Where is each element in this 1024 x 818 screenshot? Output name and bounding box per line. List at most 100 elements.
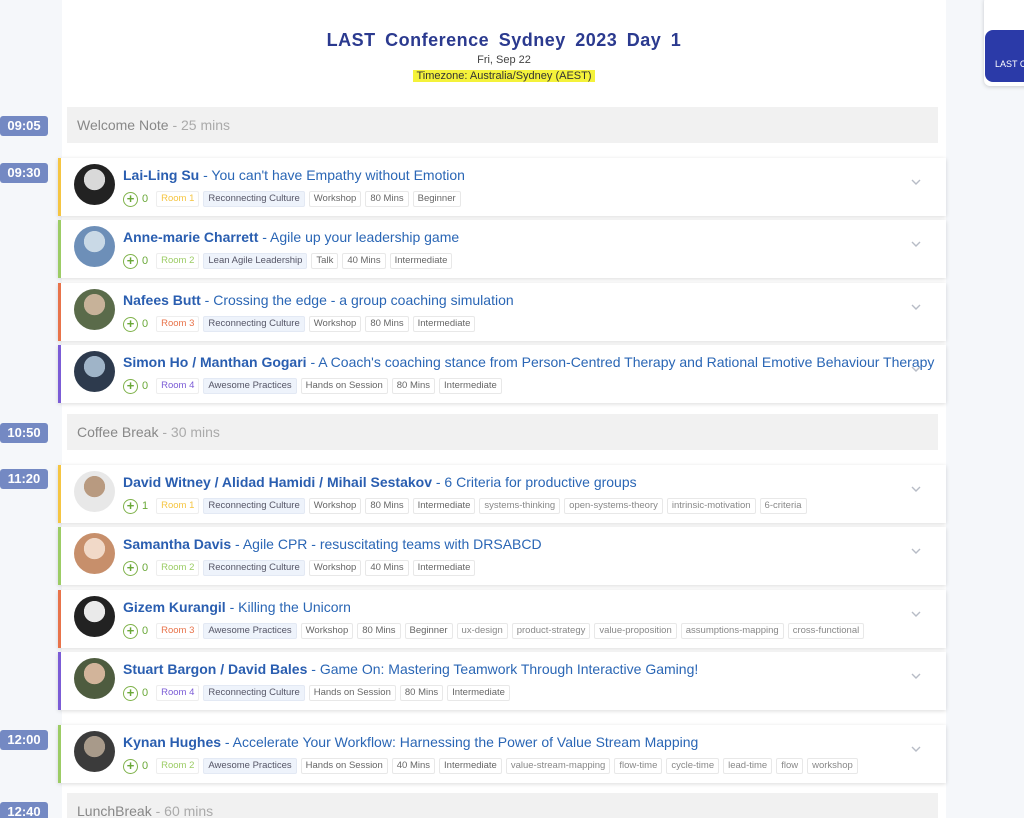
level-tag: Intermediate	[412, 560, 476, 576]
break-row: Welcome Note - 25 mins	[67, 107, 938, 143]
format-tag: Hands on Session	[300, 758, 388, 774]
add-to-schedule-icon[interactable]: +	[123, 685, 138, 701]
keyword-tag[interactable]: 6-criteria	[759, 498, 807, 514]
speaker-name[interactable]: Samantha Davis	[123, 536, 231, 552]
session-heading[interactable]: Simon Ho / Manthan Gogari - A Coach's co…	[123, 354, 934, 370]
speaker-avatar	[74, 658, 115, 699]
add-to-schedule-icon[interactable]: +	[123, 253, 138, 269]
add-to-schedule-icon[interactable]: +	[123, 498, 138, 514]
session-card[interactable]: Gizem Kurangil - Killing the Unicorn + 0…	[58, 590, 946, 648]
chevron-down-icon[interactable]	[910, 301, 922, 313]
session-card[interactable]: Samantha Davis - Agile CPR - resuscitati…	[58, 527, 946, 585]
room-tag: Room 4	[156, 685, 200, 701]
session-heading[interactable]: Stuart Bargon / David Bales - Game On: M…	[123, 661, 698, 677]
session-card[interactable]: David Witney / Alidad Hamidi / Mihail Se…	[58, 465, 946, 523]
add-to-schedule-icon[interactable]: +	[123, 623, 138, 639]
add-to-schedule-icon[interactable]: +	[123, 316, 138, 332]
session-title[interactable]: - You can't have Empathy without Emotion	[199, 167, 465, 183]
format-tag: Workshop	[308, 191, 362, 207]
session-card[interactable]: Nafees Butt - Crossing the edge - a grou…	[58, 283, 946, 341]
session-meta: + 0 Room 4 Reconnecting Culture Hands on…	[123, 685, 510, 701]
session-card[interactable]: Anne-marie Charrett - Agile up your lead…	[58, 220, 946, 278]
keyword-tag[interactable]: ux-design	[456, 623, 508, 639]
session-meta: + 0 Room 3 Awesome Practices Workshop 80…	[123, 623, 865, 639]
format-tag: Workshop	[308, 316, 362, 332]
chevron-down-icon[interactable]	[910, 608, 922, 620]
keyword-tag[interactable]: intrinsic-motivation	[666, 498, 756, 514]
speaker-name[interactable]: Gizem Kurangil	[123, 599, 226, 615]
format-tag: Hands on Session	[308, 685, 396, 701]
track-tag: Awesome Practices	[203, 758, 297, 774]
keyword-tag[interactable]: flow-time	[614, 758, 663, 774]
speaker-avatar	[74, 471, 115, 512]
add-to-schedule-icon[interactable]: +	[123, 378, 138, 394]
session-title[interactable]: - 6 Criteria for productive groups	[432, 474, 637, 490]
keyword-tag[interactable]: value-stream-mapping	[505, 758, 611, 774]
chevron-down-icon[interactable]	[910, 363, 922, 375]
session-card[interactable]: Lai-Ling Su - You can't have Empathy wit…	[58, 158, 946, 216]
speaker-name[interactable]: David Witney / Alidad Hamidi / Mihail Se…	[123, 474, 432, 490]
keyword-tag[interactable]: cross-functional	[787, 623, 865, 639]
session-heading[interactable]: David Witney / Alidad Hamidi / Mihail Se…	[123, 474, 637, 490]
session-title[interactable]: - Game On: Mastering Teamwork Through In…	[307, 661, 698, 677]
chevron-down-icon[interactable]	[910, 545, 922, 557]
speaker-name[interactable]: Anne-marie Charrett	[123, 229, 258, 245]
session-title[interactable]: - Agile up your leadership game	[258, 229, 459, 245]
session-title[interactable]: - Agile CPR - resuscitating teams with D…	[231, 536, 542, 552]
side-tab-button[interactable]: LAST C	[985, 30, 1024, 82]
level-tag: Beginner	[404, 623, 453, 639]
break-name: Coffee Break	[77, 424, 159, 440]
add-to-schedule-icon[interactable]: +	[123, 560, 138, 576]
keyword-tag[interactable]: value-proposition	[594, 623, 677, 639]
session-heading[interactable]: Lai-Ling Su - You can't have Empathy wit…	[123, 167, 465, 183]
keyword-tag[interactable]: cycle-time	[666, 758, 720, 774]
level-tag: Intermediate	[389, 253, 453, 269]
session-heading[interactable]: Anne-marie Charrett - Agile up your lead…	[123, 229, 459, 245]
track-tag: Reconnecting Culture	[203, 316, 305, 332]
session-heading[interactable]: Kynan Hughes - Accelerate Your Workflow:…	[123, 734, 698, 750]
speaker-name[interactable]: Stuart Bargon / David Bales	[123, 661, 307, 677]
session-heading[interactable]: Nafees Butt - Crossing the edge - a grou…	[123, 292, 514, 308]
speaker-name[interactable]: Nafees Butt	[123, 292, 201, 308]
session-title[interactable]: - Crossing the edge - a group coaching s…	[201, 292, 514, 308]
speaker-avatar	[74, 289, 115, 330]
keyword-tag[interactable]: workshop	[807, 758, 858, 774]
session-title[interactable]: - A Coach's coaching stance from Person-…	[307, 354, 934, 370]
level-tag: Intermediate	[447, 685, 510, 701]
session-heading[interactable]: Samantha Davis - Agile CPR - resuscitati…	[123, 536, 542, 552]
session-meta: + 0 Room 4 Awesome Practices Hands on Se…	[123, 378, 502, 394]
keyword-tag[interactable]: flow	[776, 758, 804, 774]
speaker-name[interactable]: Kynan Hughes	[123, 734, 221, 750]
session-title[interactable]: - Accelerate Your Workflow: Harnessing t…	[221, 734, 698, 750]
session-title[interactable]: - Killing the Unicorn	[226, 599, 351, 615]
keyword-tag[interactable]: systems-thinking	[479, 498, 561, 514]
keyword-tag[interactable]: open-systems-theory	[564, 498, 663, 514]
chevron-down-icon[interactable]	[910, 176, 922, 188]
room-tag: Room 3	[156, 316, 200, 332]
chevron-down-icon[interactable]	[910, 483, 922, 495]
speaker-avatar	[74, 226, 115, 267]
chevron-down-icon[interactable]	[910, 670, 922, 682]
session-card[interactable]: Stuart Bargon / David Bales - Game On: M…	[58, 652, 946, 710]
session-card[interactable]: Kynan Hughes - Accelerate Your Workflow:…	[58, 725, 946, 783]
favorite-count: 0	[142, 625, 149, 637]
length-tag: 80 Mins	[399, 685, 444, 701]
add-to-schedule-icon[interactable]: +	[123, 191, 138, 207]
session-heading[interactable]: Gizem Kurangil - Killing the Unicorn	[123, 599, 351, 615]
chevron-down-icon[interactable]	[910, 743, 922, 755]
session-meta: + 0 Room 2 Reconnecting Culture Workshop…	[123, 560, 476, 576]
keyword-tag[interactable]: assumptions-mapping	[680, 623, 784, 639]
session-card[interactable]: Simon Ho / Manthan Gogari - A Coach's co…	[58, 345, 946, 403]
time-slot-badge: 11:20	[0, 469, 48, 489]
add-to-schedule-icon[interactable]: +	[123, 758, 138, 774]
speaker-name[interactable]: Simon Ho / Manthan Gogari	[123, 354, 307, 370]
length-tag: 80 Mins	[391, 378, 436, 394]
speaker-name[interactable]: Lai-Ling Su	[123, 167, 199, 183]
level-tag: Intermediate	[412, 498, 476, 514]
format-tag: Workshop	[300, 623, 354, 639]
chevron-down-icon[interactable]	[910, 238, 922, 250]
day-date: Fri, Sep 22	[477, 54, 531, 66]
keyword-tag[interactable]: product-strategy	[511, 623, 591, 639]
keyword-tag[interactable]: lead-time	[723, 758, 773, 774]
speaker-avatar	[74, 731, 115, 772]
